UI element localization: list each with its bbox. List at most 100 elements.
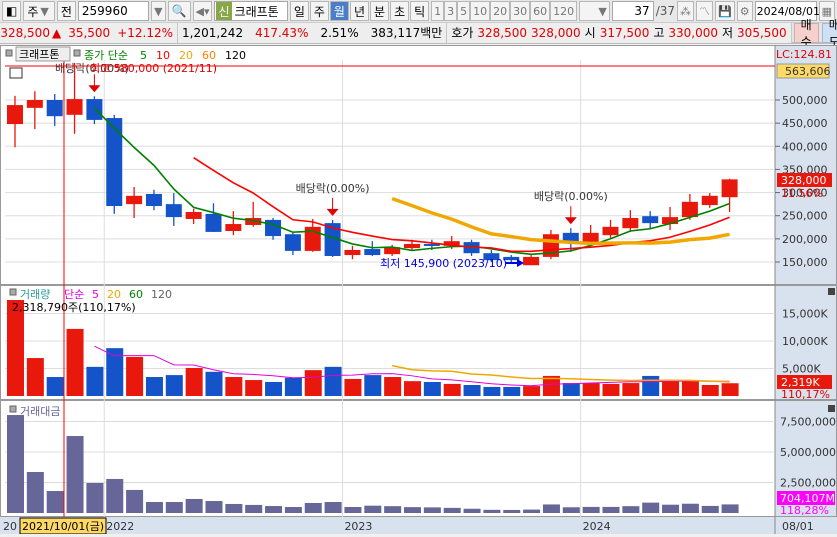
volume-bar: [225, 377, 243, 396]
stock-chart[interactable]: 500,000450,000400,000350,000300,000250,0…: [0, 45, 837, 535]
period-tick[interactable]: 틱: [410, 1, 430, 21]
lc-label: LC:124.81: [776, 48, 832, 61]
ma-legend-5: 5: [140, 49, 147, 62]
amount-bar: [126, 489, 144, 513]
code-dropdown-icon[interactable]: ▼: [151, 1, 166, 21]
period-year[interactable]: 년: [349, 1, 370, 21]
interval-30[interactable]: 30: [510, 1, 531, 21]
candle-add-icon[interactable]: ⁂: [677, 1, 695, 21]
interval-dropdown[interactable]: ▼: [579, 1, 610, 21]
volume-bar: [404, 381, 421, 396]
period-week[interactable]: 주: [309, 1, 329, 21]
candle: [66, 99, 83, 115]
amount-bar: [205, 501, 223, 513]
volume-bar: [523, 386, 541, 396]
candle: [46, 100, 63, 117]
candle: [145, 193, 162, 206]
line-add-icon[interactable]: 〽: [696, 1, 714, 21]
pane-border: [0, 400, 837, 517]
gear-icon[interactable]: ⚙: [736, 1, 753, 21]
ma10-line: [193, 157, 730, 253]
volume-bar: [364, 375, 382, 396]
volume-bar: [662, 381, 680, 396]
current-price: 328,500: [0, 25, 50, 40]
candle: [165, 204, 182, 218]
period-day[interactable]: 일: [289, 1, 309, 21]
low-price: 305,500: [737, 25, 787, 40]
volume-bar: [443, 383, 461, 396]
interval-buttons: 1 3 5 10 20 30 60 120: [431, 1, 578, 21]
price-pane-title: 크래프톤: [19, 48, 59, 61]
volume-bar: [344, 378, 362, 396]
volume-ma-legend-120: 120: [151, 288, 172, 301]
amount-bar: [721, 504, 739, 513]
sell-button[interactable]: 매도: [821, 18, 837, 49]
amount-bar: [423, 507, 441, 513]
volume-bar: [721, 383, 739, 396]
stock-name-field[interactable]: 신 크래프톤: [214, 1, 288, 21]
volume-bar: [562, 383, 580, 396]
interval-60[interactable]: 60: [530, 1, 551, 21]
page-input[interactable]: 37: [611, 1, 654, 21]
panel-toggle-icon[interactable]: ◧: [2, 1, 22, 21]
volume-y-tick-label: 15,000K: [782, 308, 828, 321]
interval-1[interactable]: 1: [431, 1, 445, 21]
interval-120[interactable]: 120: [550, 1, 578, 21]
ask-label: 호가: [451, 26, 474, 40]
price-detail: 호가 328,500 328,000 시 317,500 고 330,000 저…: [447, 22, 792, 43]
price-change: 328,500 ▲ 35,500 +12.12%: [0, 22, 178, 43]
x-tick-label: 2022: [106, 520, 134, 533]
search-icon[interactable]: 🔍: [167, 1, 191, 21]
toolbar: ◧ 주 ▼ 전 259960 ▼ 🔍 ◀▾ 신 크래프톤 일 주 월 년 분 초 틱…: [0, 0, 837, 22]
volume-bar: [503, 386, 521, 396]
candle: [265, 219, 282, 237]
volume-bar: [483, 386, 501, 396]
volume-bar: [205, 371, 223, 396]
low-price-note: 최저 145,900 (2023/10): [380, 257, 507, 270]
period-minute[interactable]: 분: [370, 1, 390, 21]
amount-bar: [642, 502, 660, 513]
candle: [404, 243, 420, 249]
amount-bar: [404, 507, 421, 513]
market-select[interactable]: 주 ▼: [23, 1, 55, 21]
amount-bar: [443, 507, 461, 513]
volume-bar: [304, 370, 322, 396]
volume-bar: [582, 383, 600, 396]
low-arrow-head-icon: [517, 259, 524, 267]
volume-readout: 2,318,790주(110,17%): [12, 301, 136, 314]
x-end-label: 08/01: [782, 520, 814, 533]
open-price: 317,500: [599, 25, 650, 40]
period-second[interactable]: 초: [390, 1, 410, 21]
volume-bar: [463, 385, 481, 396]
pane-border: [0, 45, 837, 285]
ask-price-2: 328,000: [531, 25, 581, 40]
buy-button[interactable]: 매수: [793, 18, 819, 49]
last-amount-pct: 118,28%: [780, 504, 829, 517]
open-label: 시: [584, 26, 596, 40]
interval-3[interactable]: 3: [444, 1, 458, 21]
amount-bar: [185, 498, 203, 513]
amount-bar: [145, 502, 163, 513]
interval-20[interactable]: 20: [490, 1, 511, 21]
amount-bar: [324, 502, 342, 513]
save-icon[interactable]: 💾: [715, 1, 735, 21]
amount-pane-title: 거래대금: [20, 405, 60, 418]
interval-10[interactable]: 10: [470, 1, 491, 21]
amount-bar: [523, 509, 541, 513]
amount-bar: [364, 505, 382, 513]
stock-code-input[interactable]: 259960: [77, 1, 150, 21]
type-button[interactable]: 전: [56, 1, 76, 21]
volume-legend-title: 단순: [64, 288, 84, 301]
period-month[interactable]: 월: [329, 1, 349, 21]
interval-5[interactable]: 5: [457, 1, 471, 21]
volume-bar: [265, 381, 283, 396]
dividend-arrow-head-icon: [564, 217, 577, 225]
candle: [86, 99, 103, 120]
amount-bar: [284, 507, 302, 513]
speaker-icon[interactable]: ◀▾: [192, 1, 213, 21]
grid-table-icon: [9, 67, 23, 79]
chart-area[interactable]: 500,000 450,000 400,000 350,000 300,000 250,0…: [0, 45, 837, 535]
amount-bar: [384, 506, 402, 513]
ma5-line: [93, 107, 730, 256]
dividend-label: 배당락(0.00%): [296, 182, 370, 195]
